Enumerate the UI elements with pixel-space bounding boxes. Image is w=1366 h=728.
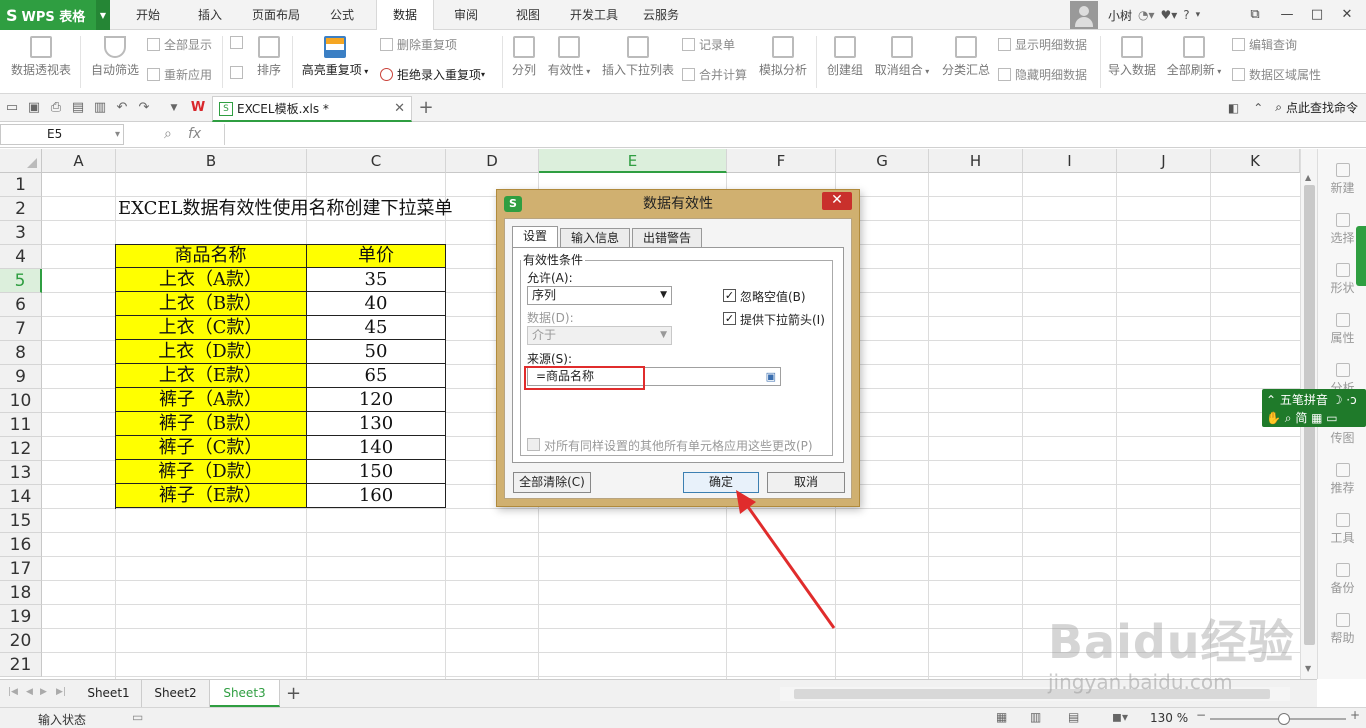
watermark-url: jingyan.baidu.com xyxy=(1048,670,1233,694)
watermark-logo: Baidu经验 xyxy=(1048,615,1295,669)
